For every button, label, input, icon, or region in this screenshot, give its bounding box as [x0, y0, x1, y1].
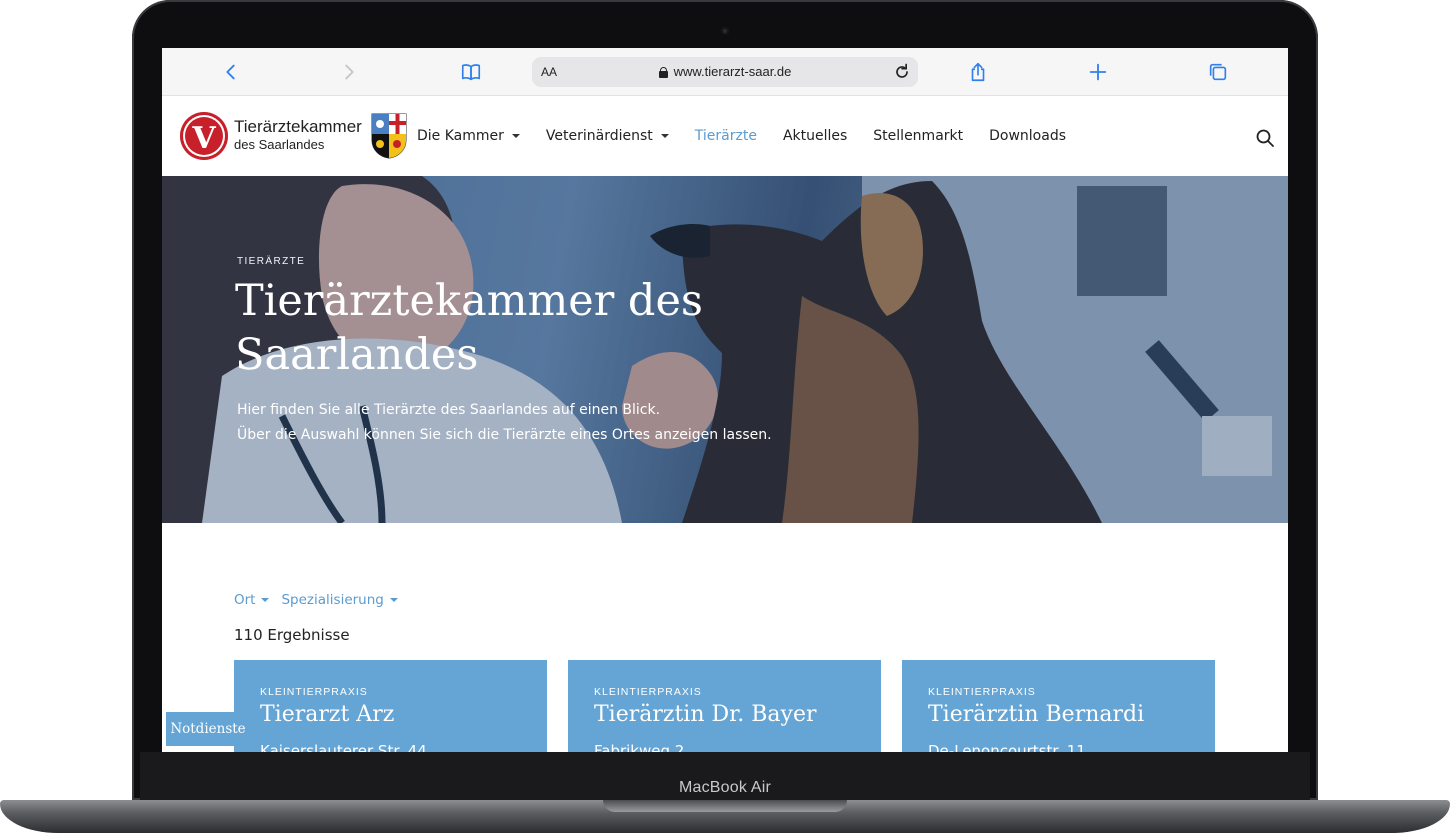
chevron-down-icon	[261, 598, 270, 602]
new-tab-icon[interactable]	[1086, 60, 1110, 84]
camera	[721, 27, 729, 35]
reload-icon[interactable]	[892, 62, 912, 82]
lock-icon	[658, 67, 668, 78]
nav-tieraerzte[interactable]: Tierärzte	[695, 128, 757, 144]
saarland-crest-icon	[371, 113, 407, 159]
card-address: De-Lenoncourtstr. 11	[928, 742, 1086, 752]
logo-title: Tierärztekammer	[234, 117, 362, 136]
bookmarks-icon[interactable]	[459, 60, 483, 84]
back-icon[interactable]	[219, 60, 243, 84]
address-bar[interactable]: AA www.tierarzt-saar.de	[532, 57, 918, 87]
card-address: Fabrikweg 2	[594, 742, 685, 752]
card-category: KLEINTIERPRAXIS	[928, 686, 1036, 698]
laptop-notch	[603, 800, 847, 812]
vet-card[interactable]: KLEINTIERPRAXIS Tierärztin Bernardi De-L…	[902, 660, 1215, 752]
hero-banner: TIERÄRZTE Tierärztekammer des Saarlandes…	[162, 176, 1288, 523]
nav-stellenmarkt[interactable]: Stellenmarkt	[873, 128, 963, 144]
main-nav: Die Kammer Veterinärdienst Tierärzte Akt…	[417, 96, 1092, 176]
device-label: MacBook Air	[678, 779, 771, 796]
results-count: 110 Ergebnisse	[234, 626, 350, 644]
chevron-down-icon	[660, 134, 669, 138]
card-category: KLEINTIERPRAXIS	[260, 686, 368, 698]
logo-subtitle: des Saarlandes	[234, 137, 325, 152]
browser-toolbar: AA www.tierarzt-saar.de	[162, 48, 1288, 96]
filter-ort[interactable]: Ort	[234, 592, 270, 608]
vet-card[interactable]: KLEINTIERPRAXIS Tierärztin Dr. Bayer Fab…	[568, 660, 881, 752]
screen: AA www.tierarzt-saar.de V Tierärztekamme…	[162, 48, 1288, 752]
filter-spezialisierung[interactable]: Spezialisierung	[281, 592, 398, 608]
vet-card[interactable]: KLEINTIERPRAXIS Tierarzt Arz Kaiserslaut…	[234, 660, 547, 752]
card-title: Tierarzt Arz	[260, 702, 395, 727]
forward-icon[interactable]	[337, 60, 361, 84]
filter-bar: Ort Spezialisierung	[234, 592, 410, 608]
logo-letter: V	[191, 121, 216, 156]
hero-title: Tierärztekammer des Saarlandes	[235, 276, 703, 380]
search-icon[interactable]	[1255, 128, 1275, 148]
nav-aktuelles[interactable]: Aktuelles	[783, 128, 847, 144]
share-icon[interactable]	[966, 60, 990, 84]
chamber-logo-icon[interactable]: V	[180, 112, 228, 160]
chevron-down-icon	[511, 134, 520, 138]
url-text: www.tierarzt-saar.de	[673, 64, 792, 79]
nav-veterinaerdienst[interactable]: Veterinärdienst	[546, 128, 669, 144]
card-title: Tierärztin Dr. Bayer	[594, 702, 817, 727]
hero-intro-line-2: Über die Auswahl können Sie sich die Tie…	[237, 427, 772, 443]
site-header: V Tierärztekammer des Saarlandes Die Kam…	[162, 96, 1288, 176]
chevron-down-icon	[389, 598, 398, 602]
card-category: KLEINTIERPRAXIS	[594, 686, 702, 698]
hero-intro-line-1: Hier finden Sie alle Tierärzte des Saarl…	[237, 402, 661, 418]
nav-downloads[interactable]: Downloads	[989, 128, 1066, 144]
tabs-icon[interactable]	[1206, 60, 1230, 84]
hero-eyebrow: TIERÄRZTE	[237, 256, 306, 267]
card-address: Kaiserslauterer Str. 44	[260, 742, 427, 752]
card-title: Tierärztin Bernardi	[928, 702, 1145, 727]
notdienste-button[interactable]: Notdienste	[166, 712, 250, 746]
nav-die-kammer[interactable]: Die Kammer	[417, 128, 520, 144]
